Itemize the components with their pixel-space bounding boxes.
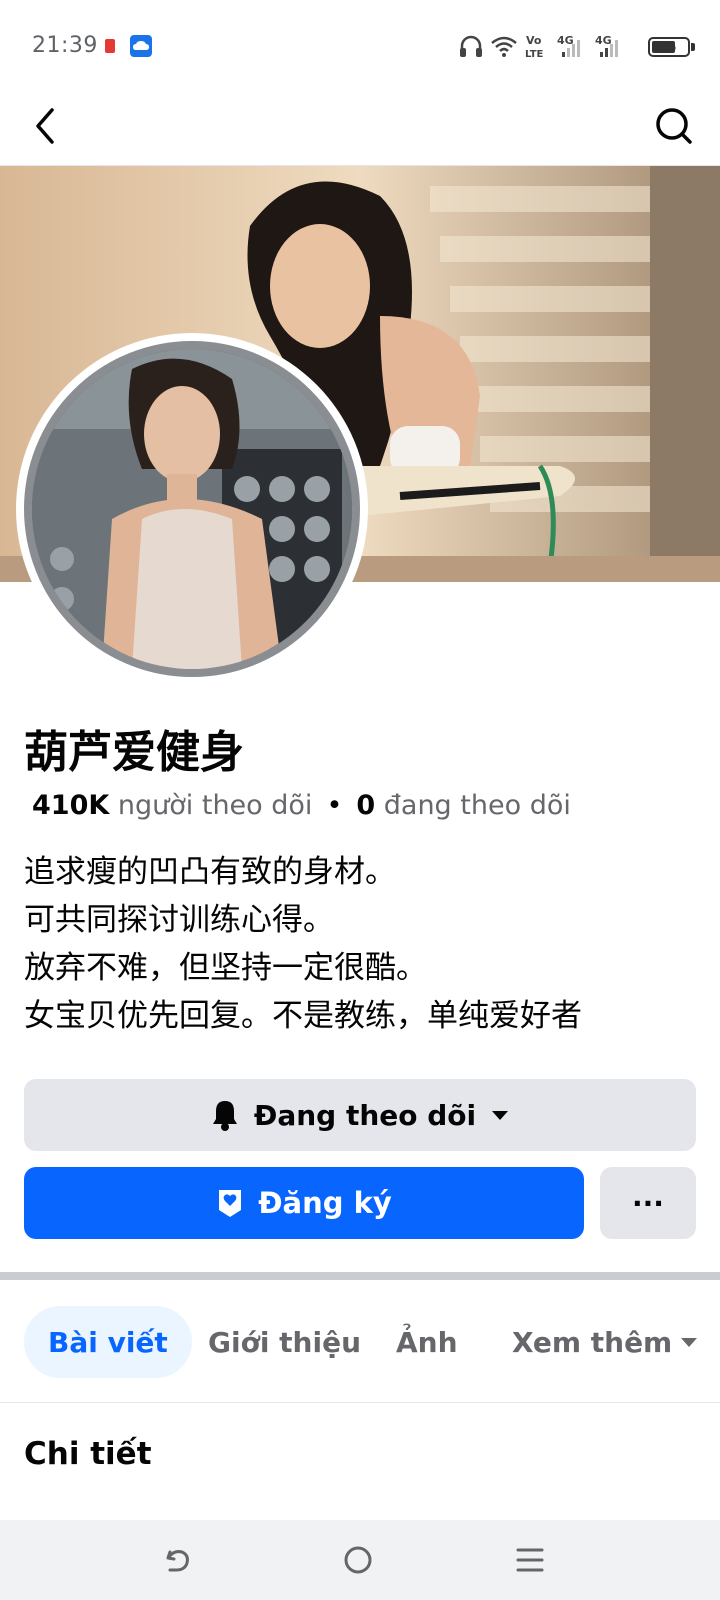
tab-photos-label: Ảnh [396,1325,458,1359]
subscription-badge-icon [219,1190,242,1217]
subscribe-button-label: Đăng ký [258,1186,392,1220]
status-bar: 21:39 Vo LTE 4G 4G 65 [0,0,720,92]
headphones-icon [460,35,482,57]
search-icon [656,108,692,144]
following-link[interactable]: 0 đang theo dõi [356,790,570,821]
tab-about-label: Giới thiệu [208,1325,362,1359]
followers-link[interactable]: 410K người theo dõi [32,790,312,821]
battery-icon: 65 [648,37,690,57]
tabs-divider [0,1402,720,1403]
avatar-image [24,341,360,677]
followers-label: người theo dõi [117,790,313,821]
profile-tabs: Bài viết Giới thiệu Ảnh Xem thêm [24,1306,704,1378]
battery-tip [691,43,695,51]
nav-home-icon[interactable] [340,1542,376,1578]
tab-posts-label: Bài viết [48,1325,168,1359]
separator-dot: • [326,790,343,821]
svg-text:LTE: LTE [525,49,544,60]
svg-text:4G: 4G [595,34,612,47]
details-heading: Chi tiết [24,1436,152,1472]
following-count: 0 [356,790,376,821]
profile-avatar[interactable] [16,333,368,685]
volte-icon: Vo LTE [525,34,544,60]
wifi-icon [491,36,517,57]
more-options-button[interactable]: ··· [600,1167,696,1239]
tab-photos[interactable]: Ảnh [396,1306,458,1378]
following-button-label: Đang theo dõi [253,1098,477,1132]
notification-app-icon [104,38,116,54]
cloud-icon [130,35,152,57]
caret-down-icon [681,1338,698,1347]
status-time: 21:39 [32,33,98,58]
profile-bio: 追求瘦的凹凸有致的身材。 可共同探讨训练心得。 放弃不难，但坚持一定很酷。 女宝… [24,848,704,1040]
svg-text:4G: 4G [557,34,574,47]
subscribe-button[interactable]: Đăng ký [24,1167,584,1239]
profile-name: 葫芦爱健身 [24,727,244,778]
signal-4g-icon: 4G [557,34,580,57]
tab-see-more-label: Xem thêm [512,1325,673,1359]
tab-posts[interactable]: Bài viết [24,1306,192,1378]
following-label: đang theo dõi [383,790,571,821]
nav-menu-icon[interactable] [512,1542,548,1578]
back-button[interactable] [22,98,74,154]
system-nav-bar [0,1520,720,1600]
bell-icon [212,1101,237,1131]
bio-line: 女宝贝优先回复。不是教练，单纯爱好者 [24,998,582,1034]
svg-text:Vo: Vo [526,34,542,47]
app-bar [0,92,720,166]
nav-back-icon[interactable] [160,1542,196,1578]
battery-level: 65 [661,40,677,54]
search-button[interactable] [646,98,702,154]
bio-line: 可共同探讨训练心得。 [24,902,334,938]
tab-see-more[interactable]: Xem thêm [512,1306,698,1378]
following-button[interactable]: Đang theo dõi [24,1079,696,1151]
bio-line: 放弃不难，但坚持一定很酷。 [24,950,427,986]
followers-count: 410K [32,790,110,821]
tab-about[interactable]: Giới thiệu [208,1306,361,1378]
caret-down-icon [492,1111,509,1120]
more-dots-icon: ··· [632,1186,664,1220]
section-divider [0,1272,720,1280]
follow-stats: 410K người theo dõi • 0 đang theo dõi [32,790,571,821]
signal-4g-icon-2: 4G [595,34,618,57]
bio-line: 追求瘦的凹凸有致的身材。 [24,854,396,890]
chevron-left-icon [36,108,54,144]
